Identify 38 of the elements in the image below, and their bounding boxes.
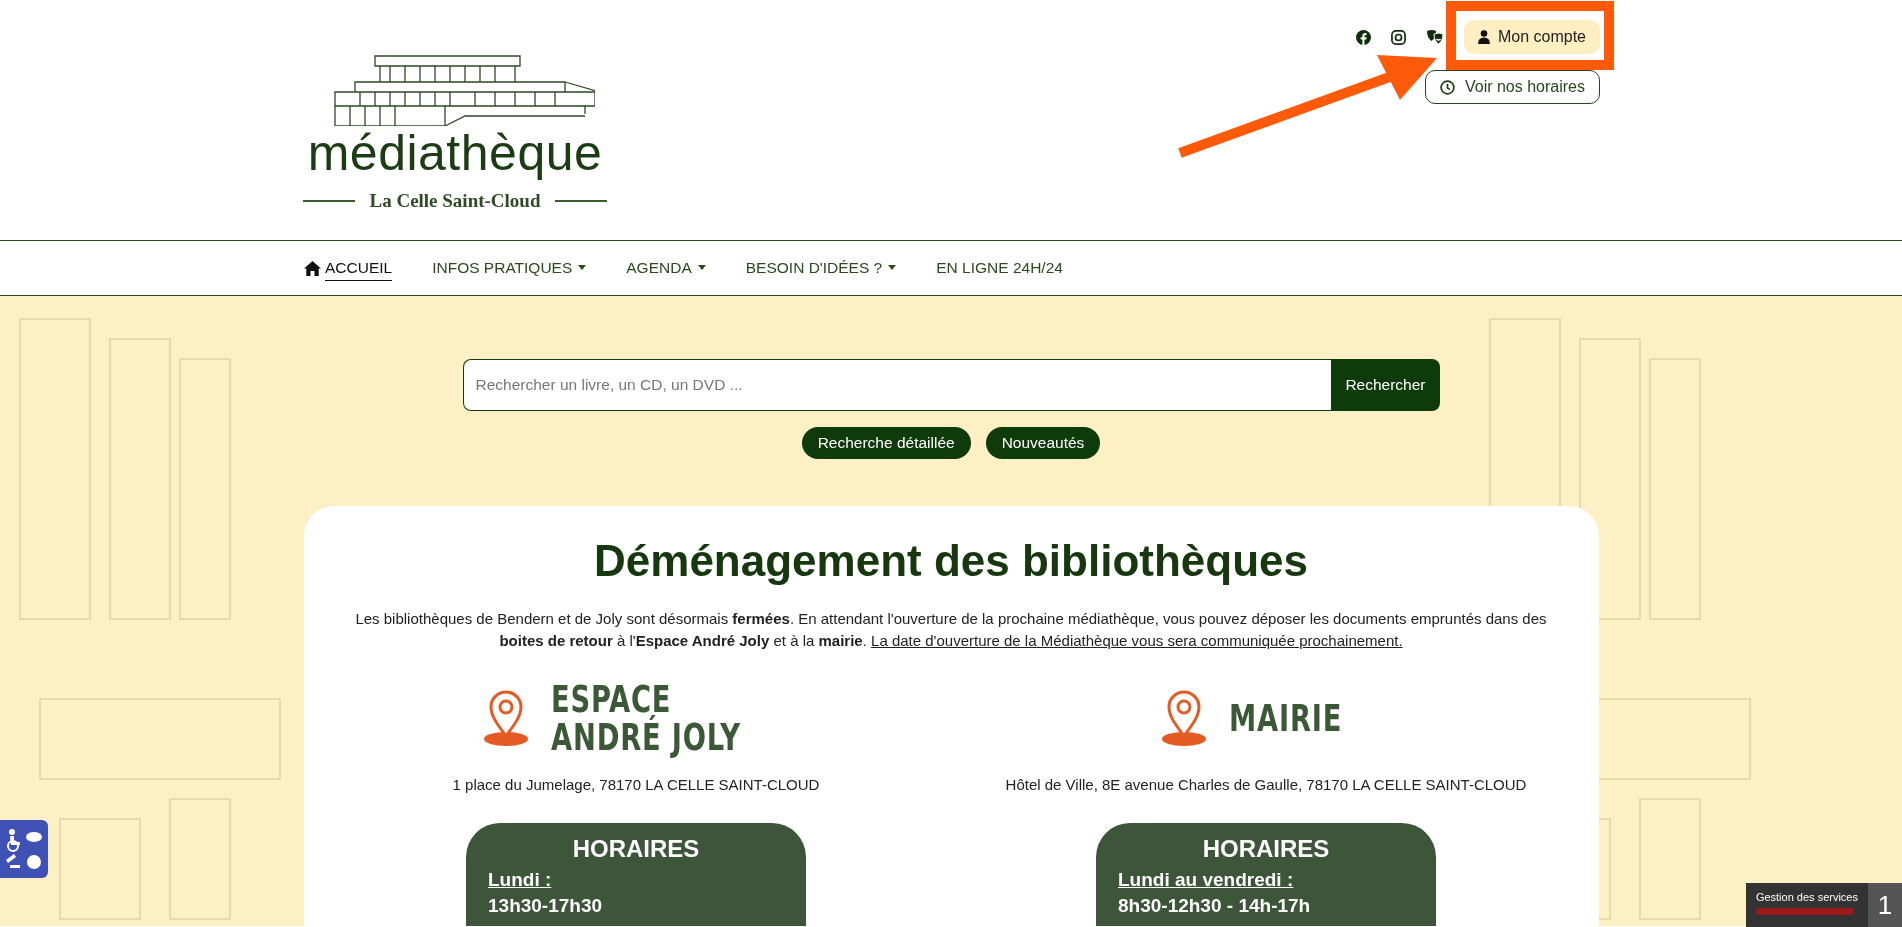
map-pin-icon (1161, 689, 1208, 747)
nav-link[interactable]: ACCUEIL (325, 255, 393, 281)
services-panel[interactable]: Gestion des services (1745, 883, 1868, 927)
location-name: MAIRIE (1229, 699, 1343, 737)
search-field[interactable]: Rechercher un livre, un CD, un DVD ... (462, 359, 1332, 411)
user-icon (1477, 30, 1490, 44)
search-button[interactable]: Rechercher (1331, 359, 1440, 411)
schedule-day: Lundi : (488, 869, 552, 891)
nav-link[interactable]: INFOS PRATIQUES (432, 255, 587, 281)
map-pin-icon (483, 689, 530, 747)
facebook-icon[interactable] (1355, 29, 1371, 45)
clock-icon (1439, 79, 1455, 95)
theater-masks-icon[interactable] (1425, 29, 1444, 45)
instagram-icon[interactable] (1390, 29, 1406, 45)
home-icon[interactable] (304, 260, 321, 276)
hours-title: HORAIRES (571, 835, 701, 863)
logo-title: médiathèque (307, 128, 603, 178)
nav-link[interactable]: BESOIN D'IDÉES ? (745, 255, 897, 281)
location-address: Hôtel de Ville, 8E avenue Charles de Gaulle, 78170 LA CELLE SAINT-CLOUD (1005, 776, 1527, 793)
account-button[interactable]: Mon compte (1463, 20, 1600, 54)
opening-hours-button[interactable]: Voir nos horaires (1424, 70, 1600, 104)
quick-link-button[interactable]: Nouveautés (985, 427, 1101, 459)
accessibility-widget[interactable] (0, 820, 48, 878)
schedule-day: Lundi au vendredi : (1118, 869, 1294, 891)
services-count: 1 (1868, 883, 1902, 927)
hours-title: HORAIRES (1201, 835, 1331, 863)
quick-link-button[interactable]: Recherche détaillée (801, 427, 971, 459)
announcement-text: Les bibliothèques de Bendern et de Joly sont désormais fermées. En attendant l'ouverture de la prochaine médiathèque, vous pouvez déposer les documents empruntés dans des boites de retour à l'Espace André Joly et à la mairie. La date d'ouverture de la Médiathèque vous sera communiquée prochainement. (354, 609, 1548, 651)
services-label: Gestion des services (1755, 891, 1858, 903)
nav-link[interactable]: AGENDA (626, 255, 706, 281)
schedule-hours: 8h30-12h30 - 14h-17h (1118, 895, 1312, 917)
location-name: ESPACE ANDRÉ JOLY (551, 680, 742, 756)
logo-subtitle: La Celle Saint-Cloud (369, 190, 541, 212)
nav-link[interactable]: EN LIGNE 24H/24 (936, 255, 1063, 281)
schedule-hours: 13h30-17h30 (488, 895, 604, 917)
announcement-link[interactable]: La date d'ouverture de la Médiathèque vous sera communiquée prochainement. (871, 632, 1403, 649)
announcement-title: Déménagement des bibliothèques (594, 536, 1308, 586)
location-address: 1 place du Jumelage, 78170 LA CELLE SAINT-CLOUD (452, 776, 820, 793)
